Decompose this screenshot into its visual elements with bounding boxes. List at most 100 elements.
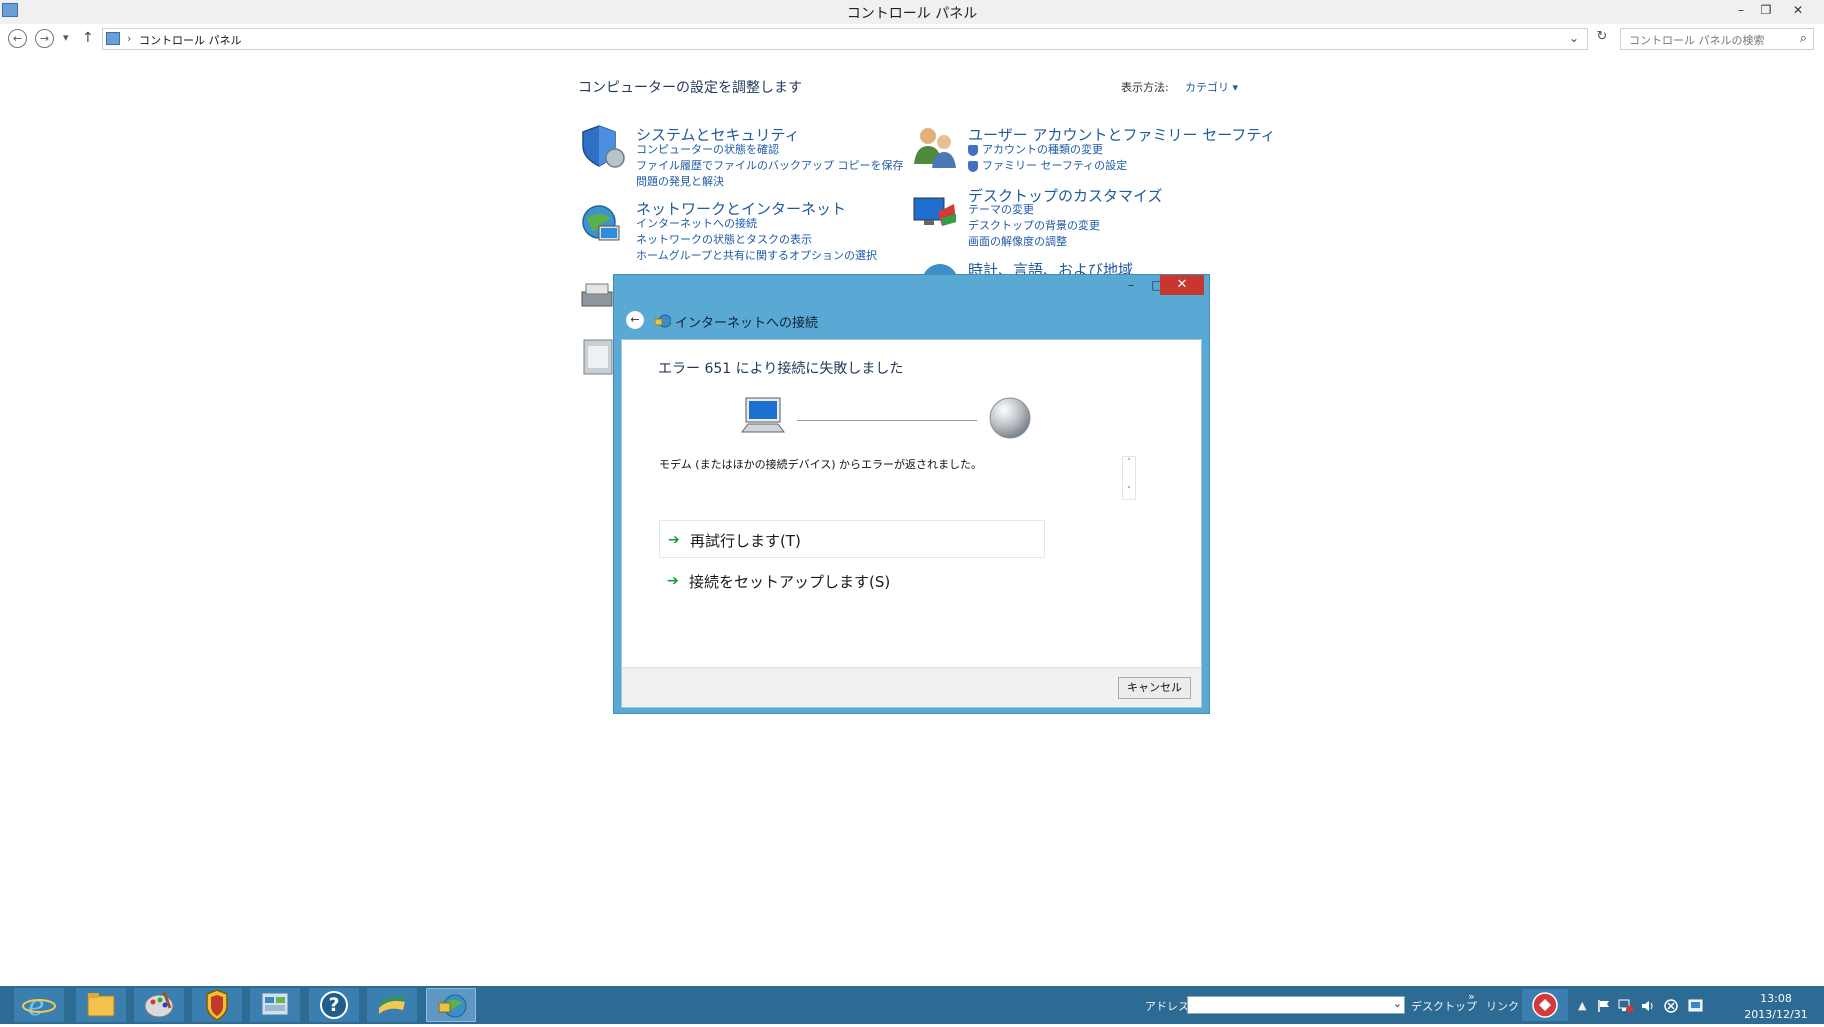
window-titlebar: コントロール パネル – ❐ ✕ [0,0,1824,24]
search-placeholder: コントロール パネルの検索 [1629,34,1765,47]
connection-line [797,420,977,421]
paint-palette-icon [144,991,174,1018]
retry-button[interactable]: ➔ 再試行します(T) [659,520,1045,558]
setup-connection-button[interactable]: ➔ 接続をセットアップします(S) [659,562,1045,600]
control-panel-icon [261,992,289,1016]
tray-app-icon[interactable] [1664,998,1678,1013]
taskbar-security-app[interactable] [192,988,242,1022]
breadcrumb-separator[interactable]: › [127,32,131,45]
action-center-flag-icon[interactable] [1597,998,1611,1012]
arrow-right-icon: ➔ [668,532,680,548]
dialog-close-button[interactable]: ✕ [1160,275,1204,295]
breadcrumb-control-panel[interactable]: コントロール パネル [139,32,242,48]
scroll-up-icon[interactable]: ˄ [1123,457,1135,469]
shield-icon [579,124,625,170]
volume-icon[interactable] [1641,998,1655,1012]
dialog-minimize-button[interactable]: – [1118,276,1144,294]
input-method-icon[interactable] [1688,998,1704,1012]
user-accounts-icon [912,124,958,170]
windows-flag-icon [379,996,406,1014]
control-panel-icon [106,32,120,45]
link-check-status[interactable]: コンピューターの状態を確認 [636,142,904,158]
hardware-sound-icon [580,282,614,318]
svg-text:e: e [28,989,45,1022]
network-globe-icon [438,994,467,1018]
programs-icon [582,338,614,376]
scroll-down-icon[interactable]: ˅ [1123,485,1135,497]
window-title: コントロール パネル [846,6,978,22]
page-title: コンピューターの設定を調整します [578,80,802,96]
taskbar-control-panel[interactable] [250,988,300,1022]
navigation-bar: ← → ▾ ↑ › コントロール パネル ⌄ ↻ コントロール パネルの検索 ⌕ [0,26,1824,52]
desktop-customization-icon [912,192,958,238]
taskbar-paint[interactable] [134,988,184,1022]
link-find-fix-problems[interactable]: 問題の発見と解決 [636,174,904,190]
search-icon[interactable]: ⌕ [1800,31,1807,46]
category-clock-language-region[interactable]: 時計、言語、および地域 [968,259,1133,274]
message-scrollbar[interactable]: ˄ ˅ [1122,456,1136,500]
taskbar: e ? アドレス ⌄ ↻ デスクトップ » リンク ▲ 13:08 2013/1… [0,986,1824,1024]
help-icon: ? [320,991,348,1019]
dialog-title: インターネットへの接続 [675,316,819,331]
view-by-label: 表示方法: [1121,81,1169,94]
retry-label: 再試行します(T) [690,532,801,550]
address-dropdown-icon[interactable]: ⌄ [1569,31,1579,45]
search-input[interactable]: コントロール パネルの検索 ⌕ [1620,28,1814,50]
links-toolbar[interactable]: リンク [1486,998,1519,1014]
toolbar-overflow-icon[interactable]: » [1468,990,1475,1003]
clock-time[interactable]: 13:08 [1748,992,1804,1005]
arrow-right-icon: ➔ [667,573,679,589]
taskbar-file-explorer[interactable] [76,988,126,1022]
network-globe-icon [579,202,625,248]
taskbar-refresh-button[interactable]: ↻ [1380,996,1400,1014]
taskbar-network-connection-active[interactable] [426,988,476,1022]
security-shield-icon [206,989,228,1021]
address-toolbar-label: アドレス [1145,1000,1189,1013]
refresh-button[interactable]: ↻ [1592,29,1612,51]
link-change-theme[interactable]: テーマの変更 [968,202,1100,218]
link-family-safety[interactable]: ファミリー セーフティの設定 [968,158,1127,174]
link-file-history-backup[interactable]: ファイル履歴でファイルのバックアップ コピーを保存 [636,158,904,174]
internet-globe-icon [988,396,1032,440]
address-bar[interactable]: › コントロール パネル ⌄ [102,28,1588,50]
connection-wizard-icon [654,313,672,328]
error-message: モデム (またはほかの接続デバイス) からエラーが返されました。 [659,458,983,471]
folder-icon [87,993,115,1017]
error-heading: エラー 651 により接続に失敗しました [658,361,904,377]
up-button[interactable]: ↑ [82,30,94,46]
taskbar-windows-app[interactable] [367,988,417,1022]
dialog-content: エラー 651 により接続に失敗しました モデム (またはほかの接続デバイス) … [621,339,1202,708]
dialog-back-button[interactable]: ← [626,311,644,329]
uac-shield-icon [968,161,978,172]
connect-internet-dialog: – □ ✕ ← インターネットへの接続 エラー 651 により接続に失敗しました… [613,274,1210,714]
dialog-footer: キャンセル [622,667,1201,707]
uac-shield-icon [968,145,978,156]
back-button[interactable]: ← [8,29,27,48]
taskbar-address-input[interactable]: ⌄ [1187,996,1405,1014]
link-change-account-type-label: アカウントの種類の変更 [982,143,1103,156]
taskbar-help[interactable]: ? [309,988,359,1022]
minimize-button[interactable]: – [1731,2,1751,18]
tray-show-hidden-icon[interactable]: ▲ [1578,999,1586,1012]
forward-button[interactable]: → [35,29,54,48]
red-app-icon [1532,992,1558,1018]
link-network-status[interactable]: ネットワークの状態とタスクの表示 [636,232,877,248]
clock-date[interactable]: 2013/12/31 [1736,1008,1816,1021]
link-family-safety-label: ファミリー セーフティの設定 [982,159,1128,172]
link-change-account-type[interactable]: アカウントの種類の変更 [968,142,1127,158]
recent-pages-dropdown[interactable]: ▾ [63,31,69,44]
computer-icon [740,396,786,436]
link-adjust-resolution[interactable]: 画面の解像度の調整 [968,234,1100,250]
view-by-dropdown[interactable]: カテゴリ ▾ [1185,79,1238,95]
cancel-button[interactable]: キャンセル [1118,677,1191,699]
setup-connection-label: 接続をセットアップします(S) [689,573,891,591]
taskbar-internet-explorer[interactable]: e [14,988,64,1022]
restore-button[interactable]: ❐ [1756,2,1776,18]
link-connect-internet[interactable]: インターネットへの接続 [636,216,877,232]
close-button[interactable]: ✕ [1788,2,1808,18]
internet-explorer-icon: e [22,989,56,1022]
taskbar-pinned-app[interactable] [1522,989,1568,1021]
network-status-icon[interactable] [1618,998,1634,1013]
link-homegroup-sharing[interactable]: ホームグループと共有に関するオプションの選択 [636,248,877,264]
link-change-background[interactable]: デスクトップの背景の変更 [968,218,1100,234]
